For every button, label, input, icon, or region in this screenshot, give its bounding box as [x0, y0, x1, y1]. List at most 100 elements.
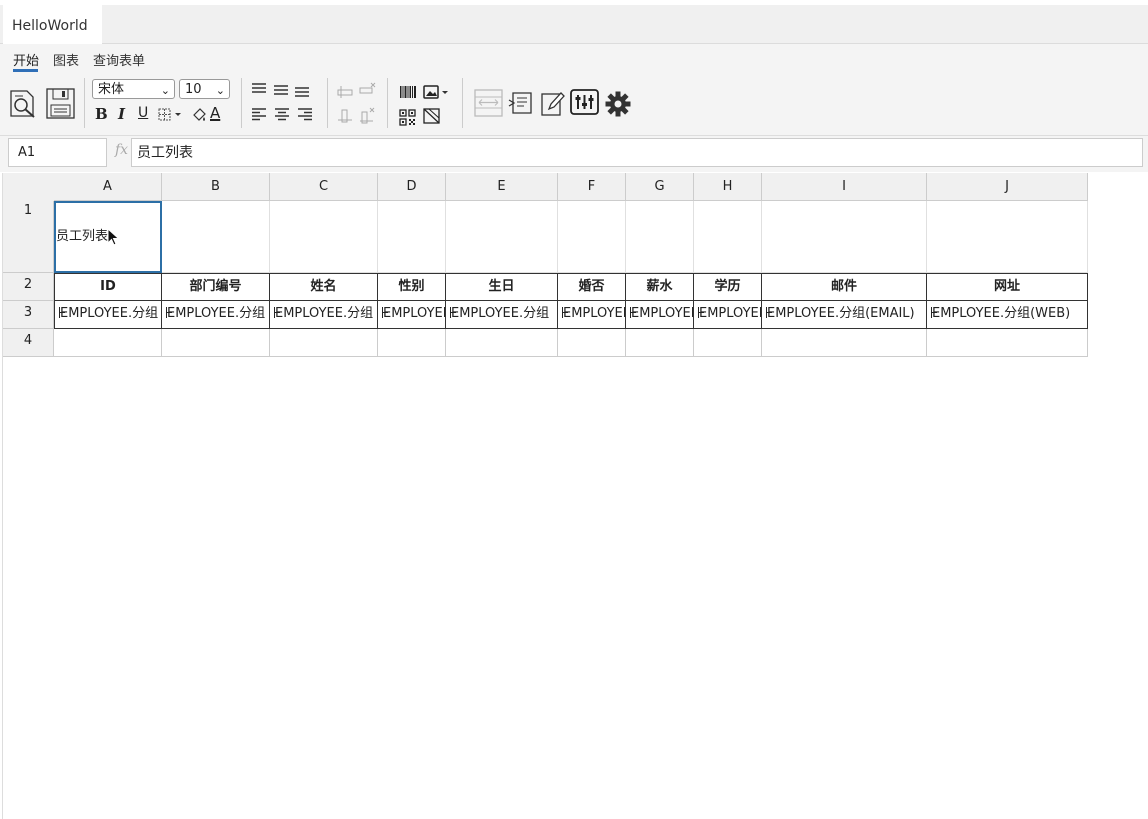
- font-name-value: 宋体: [98, 82, 125, 97]
- cell-b4[interactable]: [162, 329, 270, 357]
- cell-f1[interactable]: [558, 201, 626, 273]
- underline-button[interactable]: U: [138, 105, 148, 121]
- data-cell[interactable]: EMPLOYEE.分组: [626, 301, 694, 329]
- cell-a4[interactable]: [54, 329, 162, 357]
- column-header-f[interactable]: F: [558, 173, 626, 201]
- image-icon[interactable]: [423, 84, 451, 100]
- align-middle-icon[interactable]: [273, 84, 289, 96]
- preview-icon[interactable]: [8, 88, 38, 120]
- slash-icon[interactable]: [423, 108, 441, 125]
- cell-j1[interactable]: [927, 201, 1088, 273]
- toolbar: 宋体 ⌄ 10 ⌄ B I U A: [0, 72, 1148, 136]
- cell-j4[interactable]: [927, 329, 1088, 357]
- cell-c1[interactable]: [270, 201, 378, 273]
- data-cell[interactable]: EMPLOYEE.分组: [378, 301, 446, 329]
- select-all-corner[interactable]: [3, 173, 55, 202]
- data-cell[interactable]: EMPLOYEE.分组: [54, 301, 162, 329]
- separator: [387, 78, 388, 128]
- ribbon-tab-chart[interactable]: 图表: [53, 50, 79, 69]
- document-tab-bar: HelloWorld: [0, 5, 1148, 44]
- column-header-e[interactable]: E: [446, 173, 558, 201]
- column-header-a[interactable]: A: [54, 173, 162, 201]
- row-header-1[interactable]: 1: [3, 201, 54, 273]
- data-cell[interactable]: EMPLOYEE.分组: [558, 301, 626, 329]
- ribbon-tabs: 开始 图表 查询表单: [0, 44, 1148, 72]
- border-icon[interactable]: [158, 107, 186, 123]
- cell-g1[interactable]: [626, 201, 694, 273]
- header-cell[interactable]: ID: [54, 273, 162, 301]
- cell-g4[interactable]: [626, 329, 694, 357]
- delete-col-icon[interactable]: [359, 107, 377, 125]
- header-cell[interactable]: 性别: [378, 273, 446, 301]
- align-bottom-icon[interactable]: [294, 86, 310, 98]
- font-name-select[interactable]: 宋体 ⌄: [92, 79, 175, 99]
- cell-h4[interactable]: [694, 329, 762, 357]
- params-icon[interactable]: [570, 89, 600, 117]
- align-center-icon[interactable]: [274, 107, 290, 121]
- edit-icon[interactable]: [540, 90, 566, 117]
- column-header-b[interactable]: B: [162, 173, 270, 201]
- separator: [84, 78, 85, 128]
- font-size-select[interactable]: 10 ⌄: [179, 79, 230, 99]
- data-cell[interactable]: EMPLOYEE.分组: [694, 301, 762, 329]
- bold-button[interactable]: B: [95, 105, 108, 123]
- cell-h1[interactable]: [694, 201, 762, 273]
- chevron-down-icon: ⌄: [160, 84, 170, 97]
- merge-icon[interactable]: [474, 89, 503, 117]
- column-header-h[interactable]: H: [694, 173, 762, 201]
- cell-e4[interactable]: [446, 329, 558, 357]
- header-cell[interactable]: 部门编号: [162, 273, 270, 301]
- header-cell[interactable]: 婚否: [558, 273, 626, 301]
- doc-tab-helloworld[interactable]: HelloWorld: [3, 5, 102, 44]
- separator: [241, 78, 242, 128]
- cell-b1[interactable]: [162, 201, 270, 273]
- cell-reference-box[interactable]: A1: [8, 138, 107, 167]
- header-cell[interactable]: 邮件: [762, 273, 927, 301]
- formula-bar: A1 fx 员工列表: [0, 136, 1148, 172]
- barcode-icon[interactable]: [399, 85, 417, 99]
- insert-col-icon[interactable]: [337, 108, 353, 124]
- settings-icon[interactable]: [604, 90, 632, 118]
- cell-f4[interactable]: [558, 329, 626, 357]
- header-cell[interactable]: 生日: [446, 273, 558, 301]
- datasource-icon[interactable]: [508, 90, 536, 116]
- cell-c4[interactable]: [270, 329, 378, 357]
- data-cell[interactable]: EMPLOYEE.分组: [162, 301, 270, 329]
- qrcode-icon[interactable]: [399, 109, 417, 126]
- formula-input[interactable]: 员工列表: [131, 138, 1143, 167]
- ribbon-tab-start[interactable]: 开始: [13, 50, 39, 69]
- header-cell[interactable]: 姓名: [270, 273, 378, 301]
- data-cell[interactable]: EMPLOYEE.分组(EMAIL): [762, 301, 927, 329]
- mouse-cursor-icon: [107, 228, 119, 246]
- italic-button[interactable]: I: [118, 105, 125, 123]
- align-top-icon[interactable]: [251, 82, 267, 94]
- column-header-d[interactable]: D: [378, 173, 446, 201]
- header-cell[interactable]: 学历: [694, 273, 762, 301]
- row-header-4[interactable]: 4: [3, 329, 54, 357]
- chevron-down-icon: ⌄: [215, 84, 225, 97]
- insert-row-icon[interactable]: [337, 84, 353, 100]
- row-header-2[interactable]: 2: [3, 273, 54, 301]
- delete-row-icon[interactable]: [359, 82, 377, 98]
- column-header-g[interactable]: G: [626, 173, 694, 201]
- cell-e1[interactable]: [446, 201, 558, 273]
- column-header-c[interactable]: C: [270, 173, 378, 201]
- save-icon[interactable]: [45, 87, 77, 120]
- data-cell[interactable]: EMPLOYEE.分组: [446, 301, 558, 329]
- ribbon-tab-query-form[interactable]: 查询表单: [93, 50, 145, 69]
- cell-d4[interactable]: [378, 329, 446, 357]
- header-cell[interactable]: 网址: [927, 273, 1088, 301]
- column-header-i[interactable]: I: [762, 173, 927, 201]
- data-cell[interactable]: EMPLOYEE.分组(WEB): [927, 301, 1088, 329]
- data-cell[interactable]: EMPLOYEE.分组: [270, 301, 378, 329]
- cell-d1[interactable]: [378, 201, 446, 273]
- row-header-3[interactable]: 3: [3, 301, 54, 329]
- align-right-icon[interactable]: [297, 107, 313, 121]
- font-color-button[interactable]: A: [210, 104, 220, 122]
- fill-color-icon[interactable]: [190, 106, 208, 124]
- align-left-icon[interactable]: [251, 107, 267, 121]
- column-header-j[interactable]: J: [927, 173, 1088, 201]
- cell-i4[interactable]: [762, 329, 927, 357]
- header-cell[interactable]: 薪水: [626, 273, 694, 301]
- cell-i1[interactable]: [762, 201, 927, 273]
